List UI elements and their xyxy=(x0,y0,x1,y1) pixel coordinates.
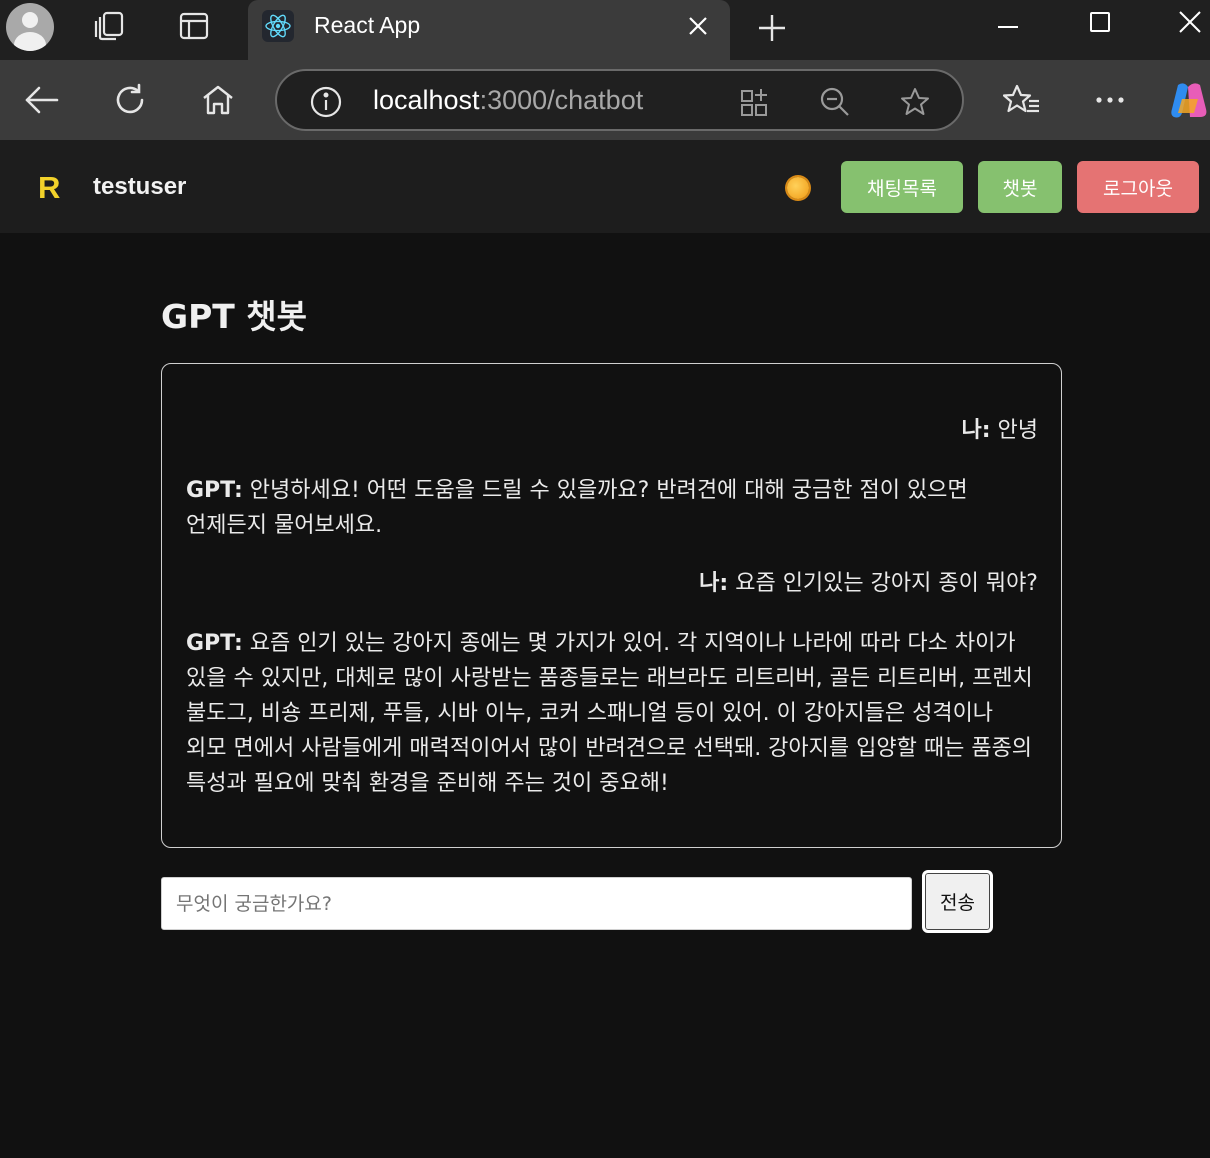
gpt-message: GPT: 요즘 인기 있는 강아지 종에는 몇 가지가 있어. 각 지역이나 나… xyxy=(186,626,1038,801)
favorites-list-icon[interactable] xyxy=(1000,80,1044,120)
url-path: :3000/chatbot xyxy=(479,85,644,115)
url-host: localhost xyxy=(373,85,480,115)
gpt-message: GPT: 안녕하세요! 어떤 도움을 드릴 수 있을까요? 반려견에 대해 궁금… xyxy=(186,473,1038,543)
copilot-icon[interactable] xyxy=(1168,78,1210,122)
message-sender-label: 나: xyxy=(699,571,729,596)
favorite-star-icon[interactable] xyxy=(897,85,933,119)
send-button[interactable]: 전송 xyxy=(922,870,993,933)
browser-tab-bar: React App xyxy=(0,0,1210,60)
browser-tab-active[interactable]: React App xyxy=(248,0,730,60)
chat-list-button[interactable]: 채팅목록 xyxy=(841,161,963,213)
user-message: 나: 안녕 xyxy=(186,413,1038,448)
maximize-icon[interactable] xyxy=(1080,4,1120,40)
minimize-icon[interactable] xyxy=(988,4,1028,40)
message-text: 안녕하세요! 어떤 도움을 드릴 수 있을까요? 반려견에 대해 궁금한 점이 … xyxy=(186,478,968,538)
chatbot-button[interactable]: 챗봇 xyxy=(978,161,1062,213)
page-title: GPT 챗봇 xyxy=(161,297,307,336)
more-options-icon[interactable] xyxy=(1088,80,1132,120)
close-window-icon[interactable] xyxy=(1170,4,1210,40)
question-input[interactable] xyxy=(161,877,912,930)
message-text: 요즘 인기 있는 강아지 종에는 몇 가지가 있어. 각 지역이나 나라에 따라… xyxy=(186,631,1033,796)
logout-button[interactable]: 로그아웃 xyxy=(1077,161,1199,213)
site-info-icon[interactable] xyxy=(309,85,343,119)
theme-toggle-sun-icon[interactable] xyxy=(784,174,812,202)
url-text: localhost:3000/chatbot xyxy=(373,85,643,116)
browser-toolbar: localhost:3000/chatbot xyxy=(0,60,1210,140)
chat-message-box[interactable]: 나: 안녕 GPT: 안녕하세요! 어떤 도움을 드릴 수 있을까요? 반려견에… xyxy=(161,363,1062,848)
message-text: 안녕 xyxy=(997,418,1038,443)
tab-title: React App xyxy=(314,12,421,38)
back-icon[interactable] xyxy=(20,80,64,120)
message-sender-label: 나: xyxy=(961,418,991,443)
message-sender-label: GPT: xyxy=(186,631,243,656)
app-available-icon[interactable] xyxy=(737,85,773,119)
tab-close-icon[interactable] xyxy=(684,10,712,42)
message-sender-label: GPT: xyxy=(186,478,243,503)
username: testuser xyxy=(93,173,187,200)
profile-avatar-icon[interactable] xyxy=(6,3,54,51)
refresh-icon[interactable] xyxy=(110,80,150,120)
zoom-out-icon[interactable] xyxy=(817,85,853,119)
tab-actions-icon[interactable] xyxy=(176,10,212,42)
workspaces-icon[interactable] xyxy=(90,8,130,44)
user-message: 나: 요즘 인기있는 강아지 종이 뭐야? xyxy=(186,566,1038,601)
react-logo-icon xyxy=(262,10,294,42)
app-logo[interactable]: R xyxy=(38,170,60,206)
address-bar[interactable]: localhost:3000/chatbot xyxy=(275,69,964,131)
message-text: 요즘 인기있는 강아지 종이 뭐야? xyxy=(735,571,1038,596)
new-tab-icon[interactable] xyxy=(752,8,792,48)
home-icon[interactable] xyxy=(198,80,238,120)
app-navbar: R testuser 채팅목록 챗봇 로그아웃 xyxy=(0,140,1210,233)
